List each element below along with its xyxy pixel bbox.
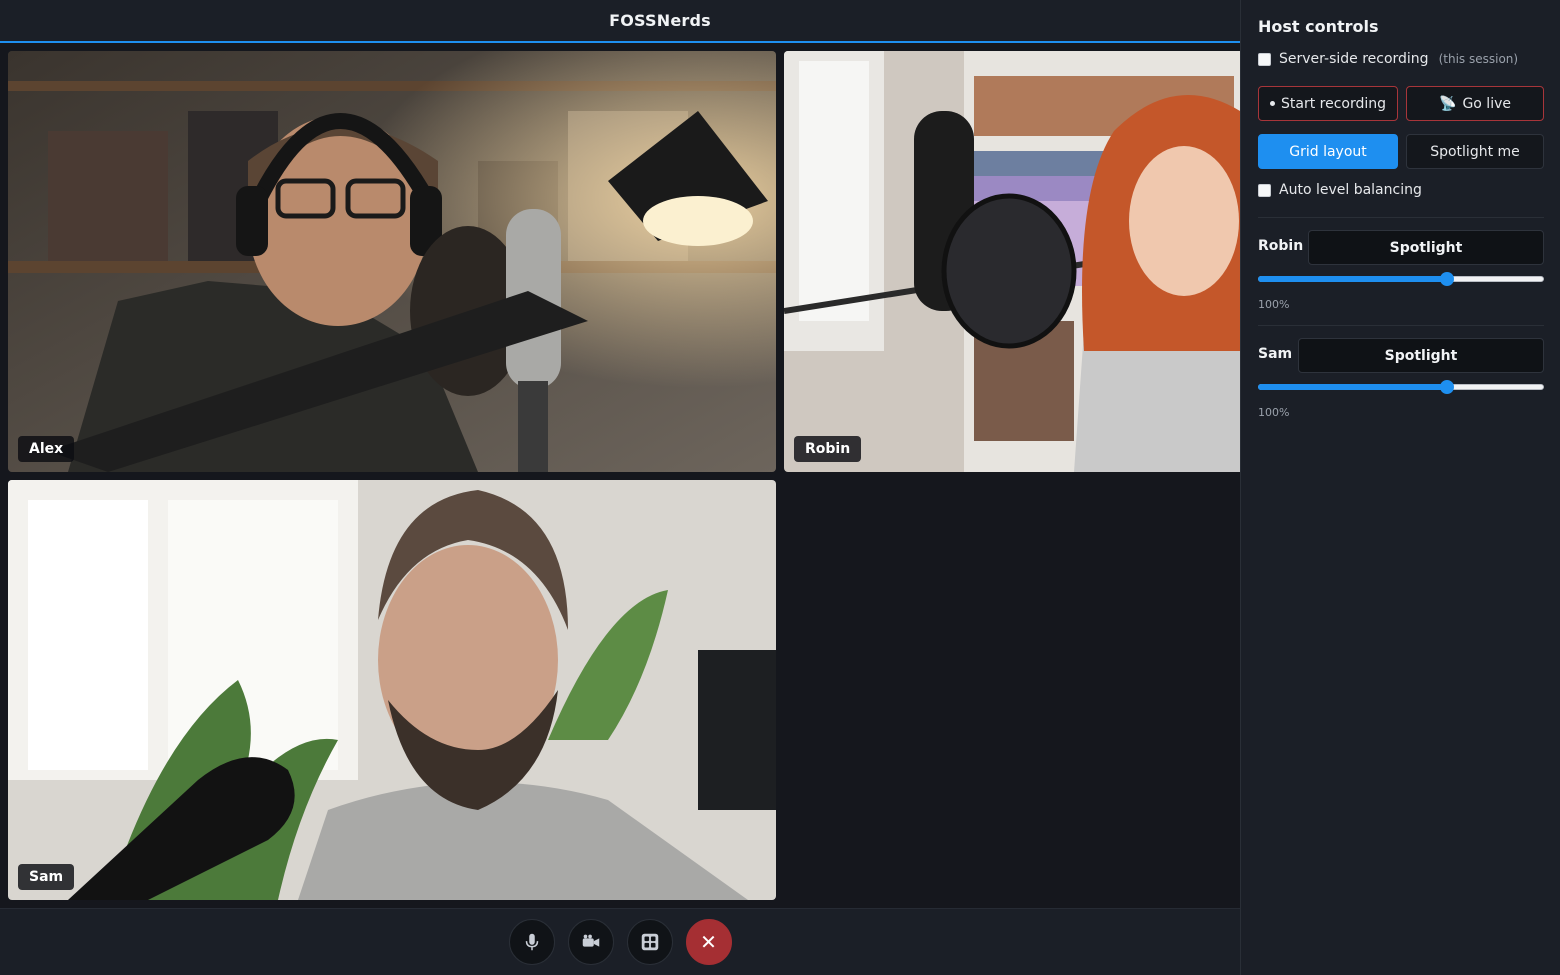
volume-slider-robin[interactable]	[1258, 271, 1544, 287]
grid-layout-button[interactable]: Grid layout	[1258, 134, 1398, 169]
spotlight-me-label: Spotlight me	[1430, 143, 1520, 160]
room-title: FOSSNerds	[609, 11, 711, 30]
call-stage: FOSSNerds Alex Robin Sam ✕	[0, 0, 1240, 975]
video-tile-robin[interactable]: Robin	[784, 51, 1240, 472]
slider-thumb[interactable]	[1439, 272, 1454, 286]
close-icon: ✕	[700, 930, 717, 954]
leave-call-button[interactable]: ✕	[685, 919, 732, 965]
divider	[1258, 217, 1544, 218]
room-header: FOSSNerds	[0, 0, 1240, 43]
record-dot-icon	[1269, 101, 1275, 106]
server-recording-row[interactable]: Server-side recording (this session)	[1258, 51, 1518, 67]
participant-name-tag: Robin	[794, 436, 862, 462]
start-recording-button[interactable]: Start recording	[1258, 86, 1398, 121]
mute-button[interactable]	[508, 919, 555, 965]
slider-fill	[1258, 276, 1447, 282]
volume-percent: 100%	[1258, 406, 1290, 419]
go-live-button[interactable]: 📡 Go live	[1406, 86, 1544, 121]
grid-layout-label: Grid layout	[1289, 143, 1367, 160]
layout-button[interactable]	[626, 919, 673, 965]
spotlight-label: Spotlight	[1384, 347, 1458, 364]
grid-layout-icon	[641, 933, 658, 951]
video-tile-sam[interactable]: Sam	[8, 480, 776, 900]
spotlight-label: Spotlight	[1389, 239, 1463, 256]
slider-fill	[1258, 384, 1447, 390]
spotlight-robin-button[interactable]: Spotlight	[1308, 230, 1544, 265]
satellite-dish-icon: 📡	[1439, 95, 1457, 112]
spotlight-me-button[interactable]: Spotlight me	[1406, 134, 1544, 169]
spotlight-sam-button[interactable]: Spotlight	[1298, 338, 1544, 373]
volume-slider-sam[interactable]	[1258, 379, 1544, 395]
video-feed-robin	[784, 51, 1240, 472]
volume-percent: 100%	[1258, 298, 1290, 311]
participant-name-tag: Alex	[18, 436, 75, 462]
slider-thumb[interactable]	[1439, 380, 1454, 394]
divider	[1258, 325, 1544, 326]
participant-control-name: Sam	[1258, 346, 1293, 362]
video-feed-sam	[8, 480, 776, 900]
video-tile-alex[interactable]: Alex	[8, 51, 776, 472]
server-recording-hint: (this session)	[1438, 52, 1519, 66]
participant-control-name: Robin	[1258, 238, 1304, 254]
start-recording-label: Start recording	[1280, 95, 1387, 112]
video-feed-alex	[8, 51, 776, 472]
auto-level-checkbox[interactable]	[1258, 183, 1271, 197]
server-recording-checkbox[interactable]	[1258, 52, 1271, 66]
call-controls-bar: ✕	[0, 908, 1240, 975]
auto-level-row[interactable]: Auto level balancing	[1258, 182, 1422, 198]
host-controls-panel: Host controls Server-side recording (thi…	[1240, 0, 1560, 975]
camera-button[interactable]	[567, 919, 614, 965]
go-live-label: Go live	[1462, 95, 1511, 112]
server-recording-label: Server-side recording	[1279, 51, 1429, 67]
participant-name-tag: Sam	[18, 864, 75, 890]
video-camera-icon	[582, 934, 599, 947]
auto-level-label: Auto level balancing	[1279, 182, 1422, 198]
microphone-icon	[525, 933, 538, 951]
panel-title: Host controls	[1258, 17, 1379, 36]
